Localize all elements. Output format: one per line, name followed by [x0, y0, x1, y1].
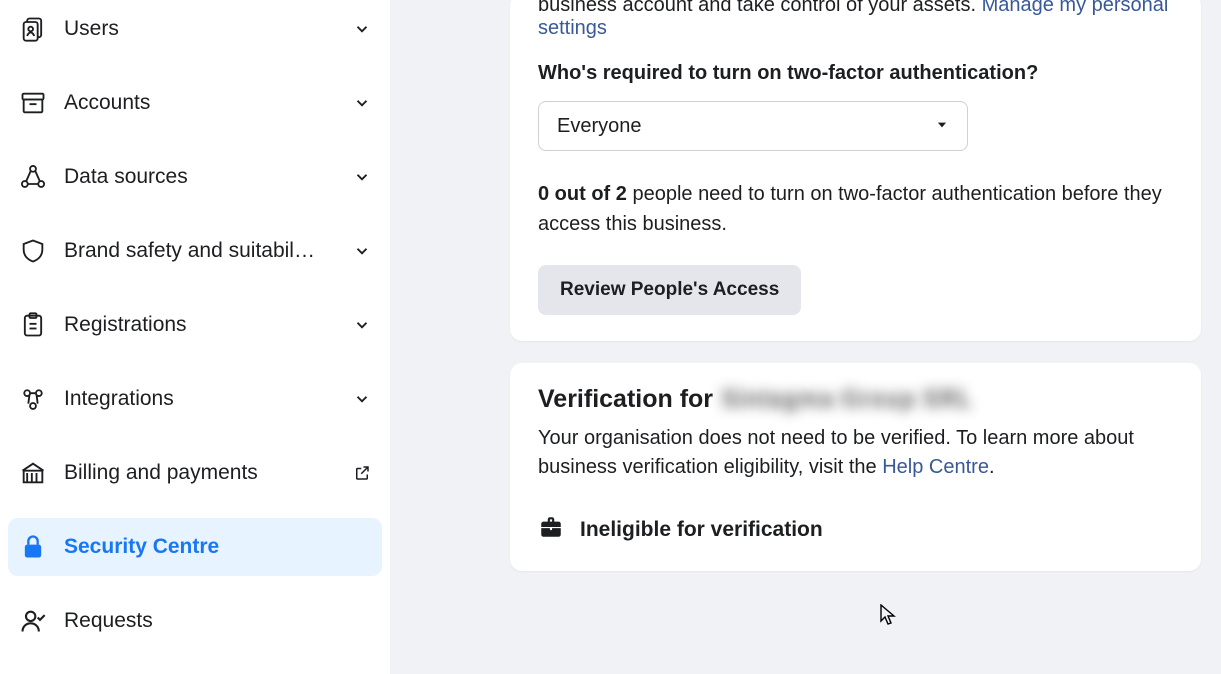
integrations-icon	[18, 384, 48, 414]
sidebar-item-label: Accounts	[64, 91, 336, 115]
help-centre-link[interactable]: Help Centre	[882, 456, 989, 478]
shield-icon	[18, 236, 48, 266]
archive-box-icon	[18, 88, 48, 118]
briefcase-filled-icon	[538, 514, 564, 545]
lock-icon	[18, 532, 48, 562]
sidebar-item-notifications[interactable]: Notifications	[8, 666, 382, 674]
sidebar-item-registrations[interactable]: Registrations	[8, 296, 382, 354]
sidebar-item-label: Security Centre	[64, 535, 372, 559]
external-link-icon	[352, 463, 372, 483]
caret-down-icon	[935, 115, 949, 138]
sidebar-item-label: Registrations	[64, 313, 336, 337]
sidebar-item-label: Brand safety and suitabil…	[64, 239, 336, 263]
billing-icon	[18, 458, 48, 488]
status-count: 0 out of 2	[538, 183, 627, 205]
verification-description: Your organisation does not need to be ve…	[538, 424, 1173, 482]
two-factor-question: Who's required to turn on two-factor aut…	[538, 62, 1173, 85]
sidebar-item-security-centre[interactable]: Security Centre	[8, 518, 382, 576]
data-sources-icon	[18, 162, 48, 192]
sidebar-item-billing[interactable]: Billing and payments	[8, 444, 382, 502]
ineligible-text: Ineligible for verification	[580, 518, 823, 542]
sidebar-item-label: Requests	[64, 609, 372, 633]
chevron-down-icon	[352, 93, 372, 113]
status-text: people need to turn on two-factor authen…	[538, 183, 1162, 235]
sidebar-item-label: Data sources	[64, 165, 336, 189]
sidebar-item-requests[interactable]: Requests	[8, 592, 382, 650]
intro-text: business account and take control of you…	[538, 0, 982, 16]
sidebar-item-label: Users	[64, 17, 336, 41]
sidebar-item-brand-safety[interactable]: Brand safety and suitabil…	[8, 222, 382, 280]
clipboard-icon	[18, 310, 48, 340]
review-access-button[interactable]: Review People's Access	[538, 265, 801, 315]
sidebar-item-data-sources[interactable]: Data sources	[8, 148, 382, 206]
chevron-down-icon	[352, 241, 372, 261]
verification-desc-dot: .	[989, 456, 995, 478]
users-icon	[18, 14, 48, 44]
chevron-down-icon	[352, 389, 372, 409]
person-check-icon	[18, 606, 48, 636]
chevron-down-icon	[352, 167, 372, 187]
main-content: business account and take control of you…	[390, 0, 1221, 674]
two-factor-status: 0 out of 2 people need to turn on two-fa…	[538, 179, 1173, 239]
sidebar-item-users[interactable]: Users	[8, 0, 382, 58]
sidebar-item-integrations[interactable]: Integrations	[8, 370, 382, 428]
verification-heading-prefix: Verification for	[538, 385, 713, 414]
sidebar: Users Accounts Data sources	[0, 0, 390, 674]
two-factor-card: business account and take control of you…	[510, 0, 1201, 341]
verification-org-name: Sintagma Group SRL	[721, 385, 972, 414]
two-factor-scope-select[interactable]: Everyone	[538, 101, 968, 151]
two-factor-intro: business account and take control of you…	[538, 0, 1173, 40]
verification-desc-text: Your organisation does not need to be ve…	[538, 427, 1134, 478]
select-value: Everyone	[557, 115, 642, 138]
sidebar-item-label: Billing and payments	[64, 461, 336, 485]
sidebar-item-accounts[interactable]: Accounts	[8, 74, 382, 132]
sidebar-item-label: Integrations	[64, 387, 336, 411]
ineligible-row: Ineligible for verification	[538, 514, 1173, 545]
verification-heading: Verification for Sintagma Group SRL	[538, 385, 1173, 414]
verification-card: Verification for Sintagma Group SRL Your…	[510, 363, 1201, 571]
chevron-down-icon	[352, 19, 372, 39]
chevron-down-icon	[352, 315, 372, 335]
